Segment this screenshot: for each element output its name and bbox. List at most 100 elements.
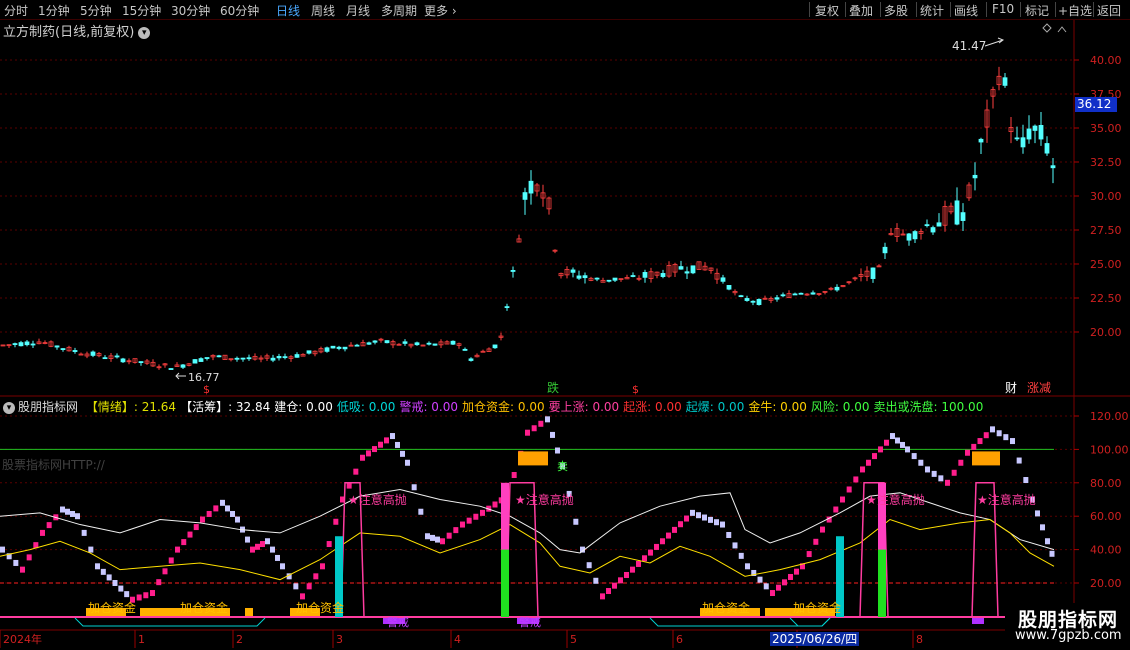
oscillator-block xyxy=(366,450,371,457)
candle-body xyxy=(1038,125,1044,140)
oscillator-block xyxy=(405,459,410,466)
candle-body xyxy=(612,277,618,281)
candle-body xyxy=(54,345,60,348)
oscillator-block xyxy=(418,508,424,515)
candle-body xyxy=(234,357,240,360)
time-tick-label: 5 xyxy=(570,633,577,646)
oscillator-block xyxy=(1040,524,1045,531)
oscillator-block xyxy=(951,469,957,476)
candle-body xyxy=(744,298,750,301)
oscillator-block xyxy=(958,459,964,466)
price-tick-label: 27.50 xyxy=(1090,224,1122,237)
attention-label: ★注意高抛 xyxy=(515,492,574,507)
candle-body xyxy=(24,341,30,346)
indicator-value: 要上涨: 0.00 xyxy=(548,400,620,414)
candle-body xyxy=(180,364,186,368)
indicator-tick-label: 80.00 xyxy=(1090,477,1122,490)
candle-body xyxy=(594,277,600,280)
indicator-value: 建仓: 0.00 xyxy=(274,400,333,414)
oscillator-block xyxy=(175,546,180,553)
indicator-value: 起爆: 0.00 xyxy=(685,400,745,414)
candle-body xyxy=(960,212,966,221)
chart-canvas[interactable]: 40.0037.5035.0032.5030.0027.5025.0022.50… xyxy=(0,0,1130,650)
chevron-down-icon[interactable]: ▾ xyxy=(3,402,15,414)
indicator-tick-label: 120.00 xyxy=(1090,410,1129,423)
candle-body xyxy=(954,200,960,225)
high-arrow-icon xyxy=(984,37,1005,47)
oscillator-block xyxy=(293,583,299,590)
oscillator-block xyxy=(555,447,560,454)
oscillator-block xyxy=(400,450,405,457)
time-tick-label: 3 xyxy=(336,633,343,646)
candle-body xyxy=(120,358,126,363)
candle-body xyxy=(738,295,744,298)
oscillator-block xyxy=(853,476,859,483)
candle-body xyxy=(246,357,252,360)
candle-body xyxy=(270,357,276,361)
sell-label: 卖 xyxy=(557,460,568,473)
oscillator-block xyxy=(813,538,819,545)
oscillator-block xyxy=(425,533,430,540)
high-price-label: 41.47 xyxy=(952,39,986,53)
price-tick-label: 20.00 xyxy=(1090,326,1122,339)
oscillator-block xyxy=(70,510,75,517)
oscillator-block xyxy=(378,441,383,448)
candle-body xyxy=(720,277,726,282)
oscillator-block xyxy=(372,446,377,453)
oscillator-block xyxy=(806,551,812,558)
add-funds-label: 加仓资金 xyxy=(793,600,841,615)
attention-label: ★注意高抛 xyxy=(866,492,925,507)
candle-body xyxy=(660,273,666,277)
indicator-axis: 120.00 100.00 80.00 60.00 40.00 20.00 xyxy=(1074,410,1129,590)
oscillator-block xyxy=(990,426,995,433)
oscillator-block xyxy=(630,566,635,573)
indicator-value: 金牛: 0.00 xyxy=(748,400,807,414)
site-logo: 股朋指标网 www.7gpzb.com xyxy=(1005,603,1130,650)
oscillator-block xyxy=(384,437,389,444)
oscillator-block xyxy=(714,519,719,526)
oscillator-block xyxy=(895,437,900,444)
candle-body xyxy=(1026,128,1032,140)
oscillator-block xyxy=(612,582,617,589)
candle-body xyxy=(522,192,528,200)
candle-body xyxy=(306,350,312,354)
dollar-signal-label: $ xyxy=(203,383,210,396)
oscillator-block xyxy=(411,484,417,491)
oscillator-block xyxy=(26,554,32,561)
candle-body xyxy=(12,343,18,345)
peak-block xyxy=(972,451,1000,466)
time-tick-label: 6 xyxy=(676,633,683,646)
indicator-series xyxy=(0,416,1055,627)
oscillator-block xyxy=(466,517,472,524)
candle-body xyxy=(792,293,798,296)
attention-label: ★注意高抛 xyxy=(348,492,407,507)
oscillator-block xyxy=(480,509,485,516)
oscillator-block xyxy=(593,577,599,584)
oscillator-block xyxy=(550,431,555,438)
diamond-icon[interactable] xyxy=(1042,23,1052,33)
cyan-base xyxy=(74,617,266,627)
oscillator-block xyxy=(977,438,983,445)
time-tick-label: 1 xyxy=(138,633,145,646)
candle-body xyxy=(1014,137,1020,140)
oscillator-block xyxy=(162,568,168,575)
candle-body xyxy=(930,227,936,233)
oscillator-block xyxy=(872,453,877,460)
indicator-value: 【活筹】: 32.84 xyxy=(180,400,271,414)
oscillator-block xyxy=(326,541,332,548)
oscillator-block xyxy=(770,590,775,597)
candle-body xyxy=(192,359,198,364)
candle-body xyxy=(240,357,246,360)
oscillator-block xyxy=(931,470,937,477)
oscillator-block xyxy=(124,591,130,598)
oscillator-block xyxy=(0,546,5,553)
candle-body xyxy=(1032,125,1038,131)
candle-body xyxy=(384,340,390,344)
candle-body xyxy=(912,231,918,240)
oscillator-block xyxy=(395,441,400,448)
candle-body xyxy=(750,300,756,303)
oscillator-block xyxy=(684,515,689,522)
candle-body xyxy=(216,355,222,358)
chevron-up-icon[interactable] xyxy=(1057,26,1067,33)
indicator-name[interactable]: 股朋指标网 xyxy=(18,400,78,414)
